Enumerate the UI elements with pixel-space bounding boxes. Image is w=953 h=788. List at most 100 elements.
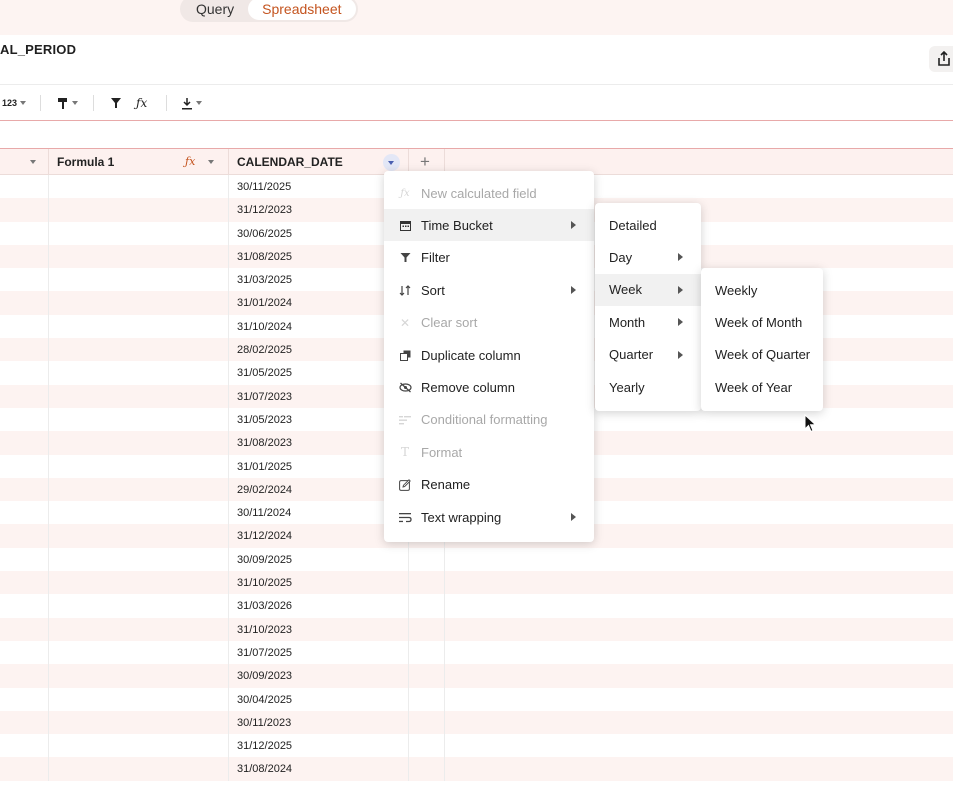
table-row[interactable]: 31/08/2024 (0, 757, 953, 781)
calendar-date-cell[interactable]: 31/10/2023 (237, 618, 292, 641)
week-item-weekly[interactable]: Weekly (701, 274, 823, 306)
menu-item-rename[interactable]: Rename (384, 469, 594, 501)
chevron-down-icon (20, 101, 27, 105)
cell-divider (408, 734, 409, 758)
calendar-date-cell[interactable]: 31/08/2024 (237, 757, 292, 780)
chevron-right-icon (678, 318, 683, 327)
calendar-date-cell[interactable]: 30/06/2025 (237, 222, 292, 245)
table-row[interactable]: 30/09/2023 (0, 664, 953, 688)
cell-divider (228, 617, 229, 641)
table-row[interactable]: 30/11/2023 (0, 710, 953, 735)
chevron-down-icon[interactable] (208, 160, 214, 164)
view-toggle: Query Spreadsheet (180, 0, 358, 22)
time-bucket-item-month[interactable]: Month (595, 306, 701, 338)
column-menu-button[interactable] (383, 154, 400, 171)
calendar-date-cell[interactable]: 31/08/2023 (237, 431, 292, 454)
toolbar-divider (93, 95, 94, 111)
menu-item-filter[interactable]: Filter (384, 242, 594, 274)
menu-item-label: Quarter (609, 347, 654, 363)
sort-icon (398, 283, 412, 297)
cell-divider (228, 757, 229, 781)
table-row[interactable]: 31/07/2025 (0, 640, 953, 665)
query-tab[interactable]: Query (182, 0, 248, 20)
cell-divider (48, 477, 49, 502)
download-dropdown[interactable] (181, 94, 202, 112)
calendar-date-cell[interactable]: 31/12/2023 (237, 198, 292, 221)
menu-item-duplicate-column[interactable]: Duplicate column (384, 339, 594, 371)
filter-button[interactable] (110, 94, 122, 112)
cell-divider (48, 454, 49, 478)
week-item-week-of-month[interactable]: Week of Month (701, 306, 823, 338)
cell-divider (48, 384, 49, 408)
cell-divider (408, 640, 409, 665)
mouse-cursor-icon (804, 414, 817, 433)
calendar-date-cell[interactable]: 29/02/2024 (237, 478, 292, 501)
calendar-date-cell[interactable]: 31/01/2024 (237, 291, 292, 314)
week-item-week-of-quarter[interactable]: Week of Quarter (701, 339, 823, 371)
calendar-date-cell[interactable]: 30/09/2025 (237, 548, 292, 571)
chevron-right-icon (678, 253, 683, 262)
menu-item-label: Duplicate column (421, 347, 521, 363)
cell-divider (48, 268, 49, 292)
calendar-date-cell[interactable]: 31/08/2025 (237, 245, 292, 268)
cell-divider (228, 431, 229, 455)
calendar-date-cell[interactable]: 31/05/2023 (237, 408, 292, 431)
top-bar: Query Spreadsheet (0, 0, 953, 35)
table-row[interactable]: 30/04/2025 (0, 687, 953, 711)
column-header-calendar-date[interactable]: CALENDAR_DATE (229, 149, 409, 175)
calendar-date-cell[interactable]: 30/09/2023 (237, 664, 292, 687)
calendar-date-cell[interactable]: 31/10/2024 (237, 315, 292, 338)
calendar-date-cell[interactable]: 31/10/2025 (237, 571, 292, 594)
calendar-date-cell[interactable]: 28/02/2025 (237, 338, 292, 361)
table-row[interactable]: 30/09/2025 (0, 547, 953, 572)
time-bucket-item-day[interactable]: Day (595, 241, 701, 273)
time-bucket-item-week[interactable]: Week (595, 273, 701, 306)
chevron-down-icon[interactable] (30, 160, 36, 164)
calendar-date-cell[interactable]: 31/01/2025 (237, 455, 292, 478)
formula-bar[interactable] (0, 121, 953, 149)
cell-divider (48, 314, 49, 339)
column-header-formula[interactable]: Formula 1 ƒx (49, 149, 229, 175)
menu-item-text-wrapping[interactable]: Text wrapping (384, 501, 594, 533)
calendar-date-cell[interactable]: 30/11/2024 (237, 501, 291, 524)
calendar-date-cell[interactable]: 31/12/2024 (237, 524, 292, 547)
calendar-date-cell[interactable]: 31/07/2025 (237, 641, 292, 664)
table-row[interactable]: 31/10/2023 (0, 617, 953, 641)
calendar-date-cell[interactable]: 31/12/2025 (237, 734, 292, 757)
calendar-date-cell[interactable]: 31/03/2025 (237, 268, 292, 291)
chevron-right-icon (571, 221, 576, 230)
cell-divider (48, 547, 49, 572)
calendar-date-cell[interactable]: 31/07/2023 (237, 385, 292, 408)
cell-divider (48, 198, 49, 222)
cell-divider (408, 710, 409, 735)
paint-format-dropdown[interactable] (57, 94, 78, 112)
menu-item-format: T Format (384, 436, 594, 468)
menu-item-time-bucket[interactable]: Time Bucket (384, 209, 594, 242)
cell-divider (48, 594, 49, 618)
calendar-date-cell[interactable]: 31/05/2025 (237, 361, 292, 384)
column-header-prev[interactable] (0, 149, 49, 175)
number-format-dropdown[interactable]: 123 (2, 94, 27, 112)
fx-icon: ƒx (400, 187, 410, 199)
formula-button[interactable]: ƒx (136, 94, 147, 112)
menu-item-sort[interactable]: Sort (384, 274, 594, 306)
column-context-menu: ƒx New calculated field Time Bucket Filter S… (384, 171, 594, 542)
calendar-date-cell[interactable]: 30/04/2025 (237, 688, 292, 711)
table-row[interactable]: 31/12/2025 (0, 734, 953, 758)
calendar-date-cell[interactable]: 30/11/2025 (237, 175, 291, 198)
time-bucket-item-detailed[interactable]: Detailed (595, 209, 701, 241)
table-row[interactable]: 31/03/2026 (0, 594, 953, 618)
share-button[interactable] (929, 46, 953, 72)
cell-divider (408, 757, 409, 781)
spreadsheet-tab[interactable]: Spreadsheet (248, 0, 356, 20)
table-row[interactable]: 31/10/2025 (0, 571, 953, 595)
week-item-week-of-year[interactable]: Week of Year (701, 371, 823, 403)
menu-item-remove-column[interactable]: Remove column (384, 371, 594, 403)
cell-divider (444, 617, 445, 641)
cell-divider (228, 198, 229, 222)
calendar-date-cell[interactable]: 30/11/2023 (237, 711, 291, 734)
menu-item-label: Day (609, 249, 633, 265)
calendar-date-cell[interactable]: 31/03/2026 (237, 594, 292, 617)
time-bucket-item-quarter[interactable]: Quarter (595, 339, 701, 371)
time-bucket-item-yearly[interactable]: Yearly (595, 371, 701, 403)
